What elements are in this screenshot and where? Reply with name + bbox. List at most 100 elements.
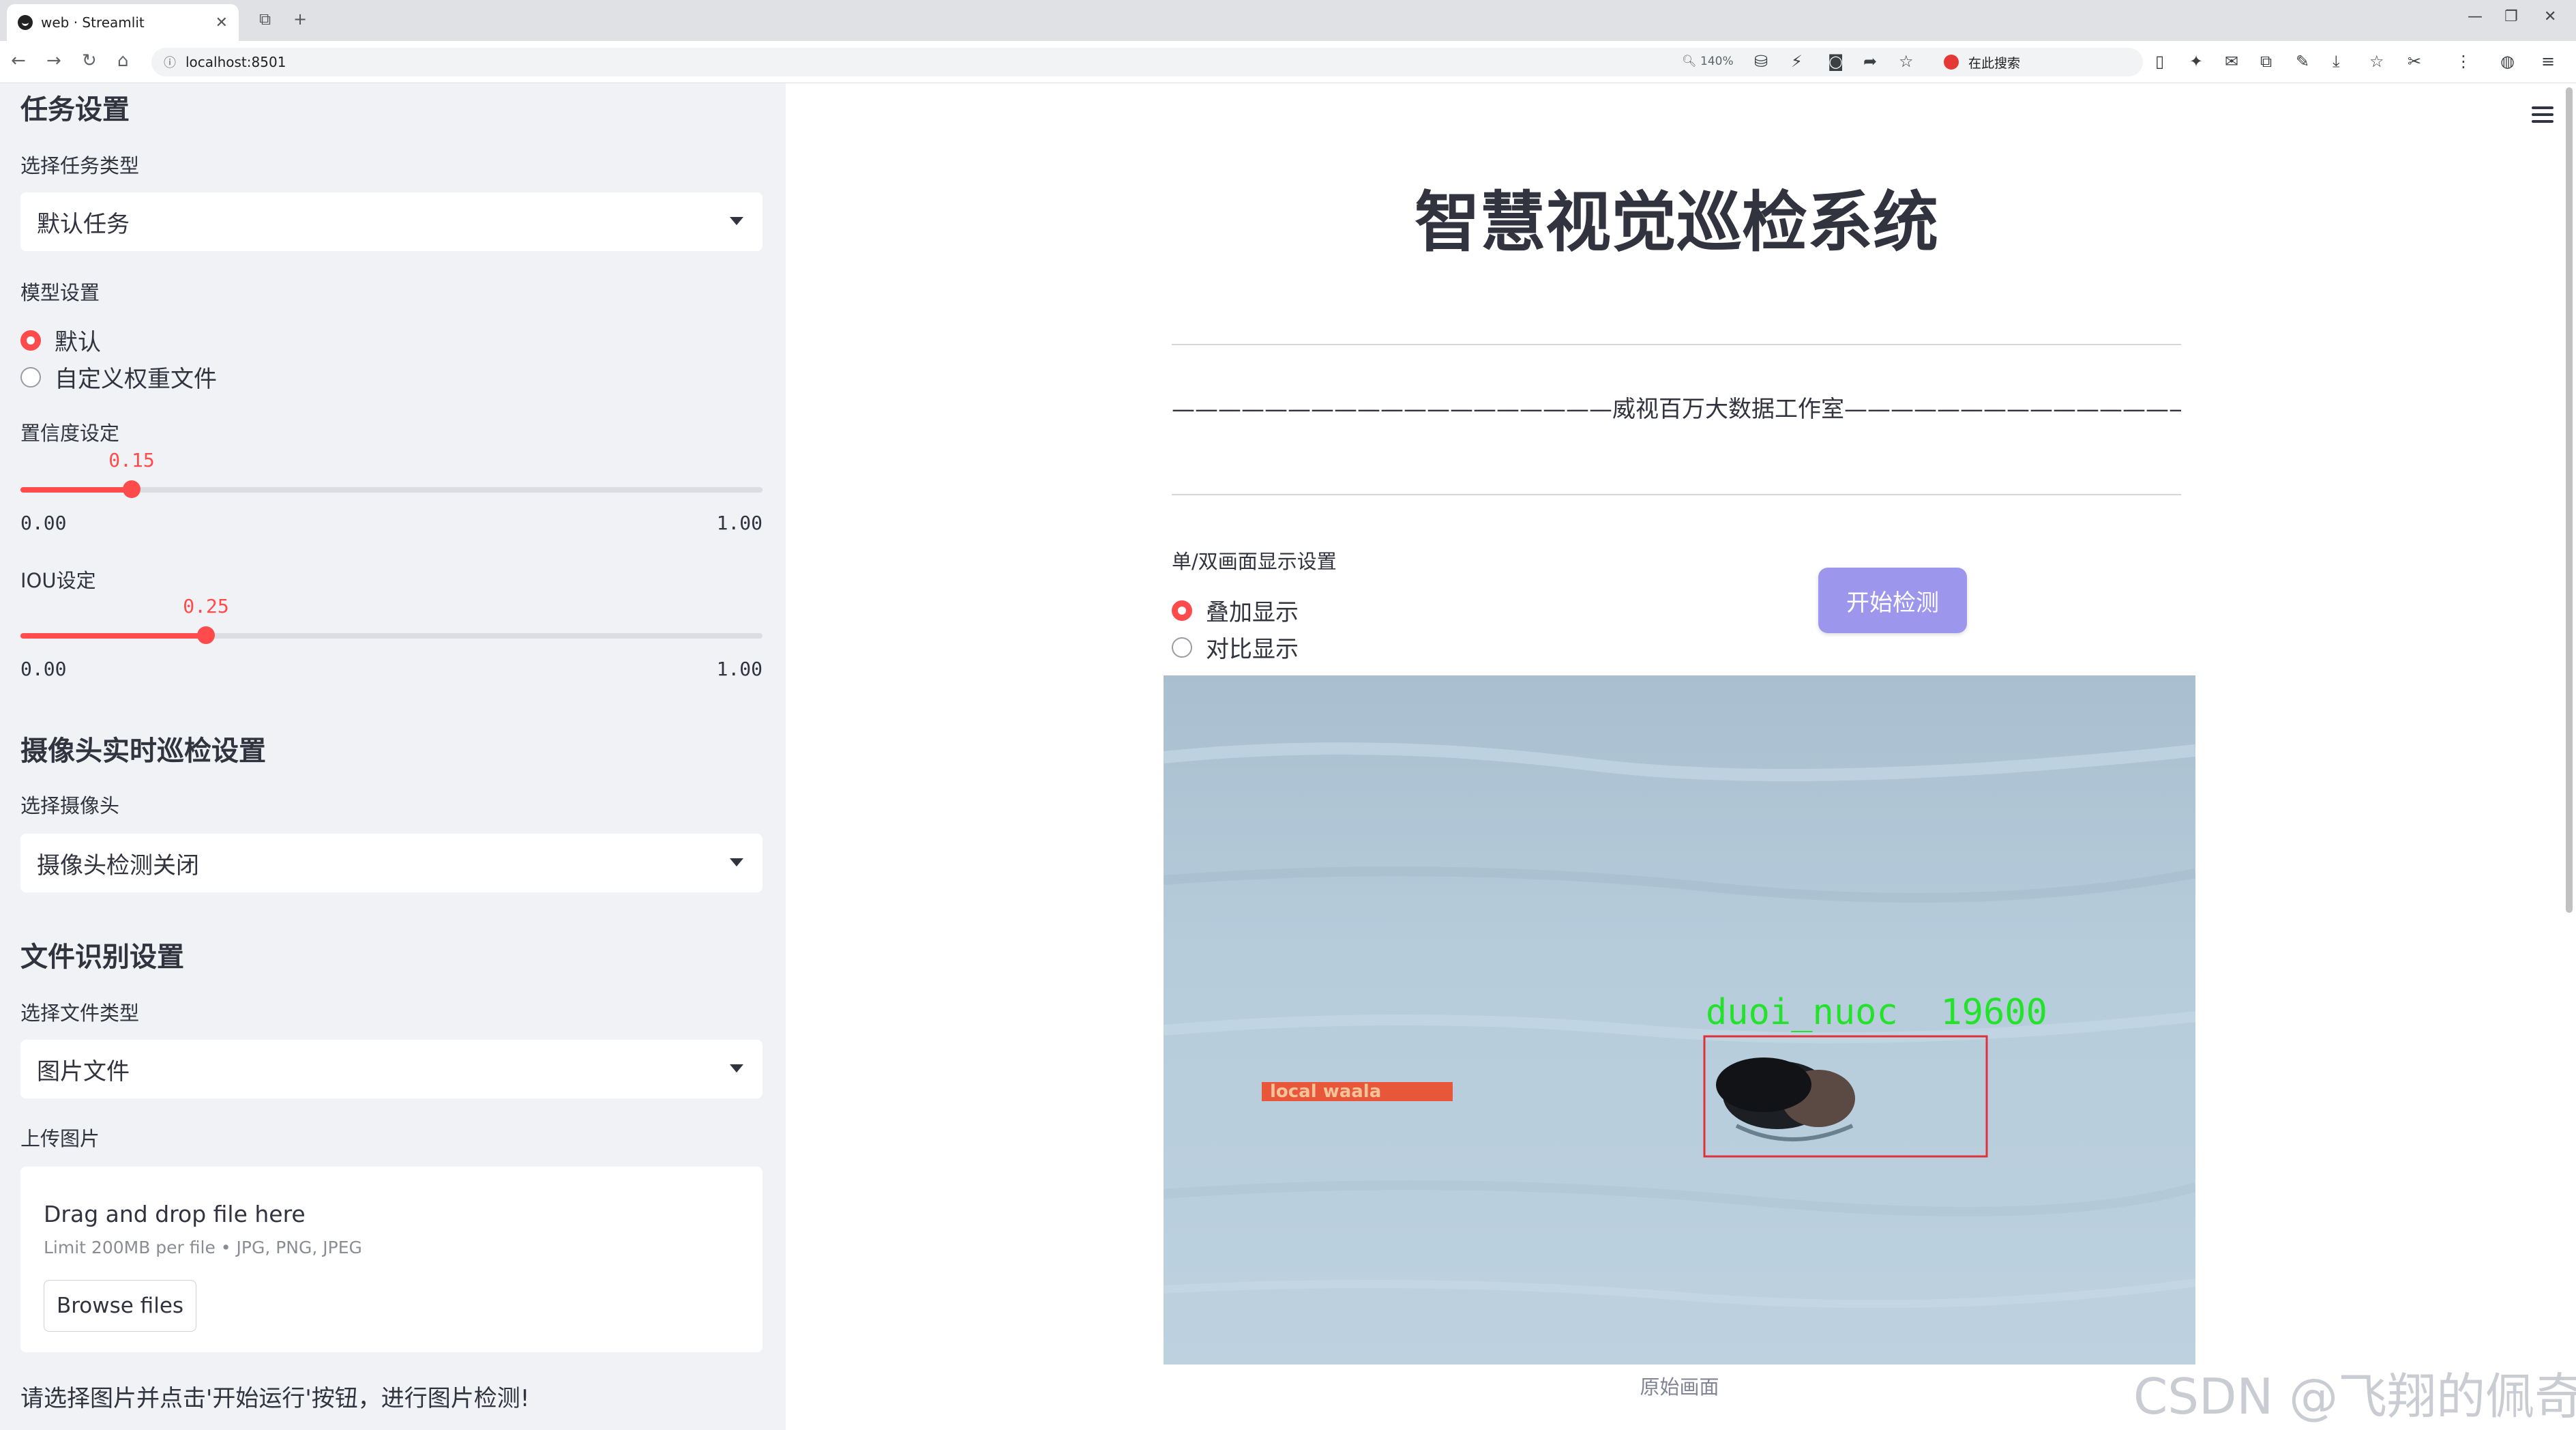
watermark: CSDN @飞翔的佩奇 [2133, 1368, 2576, 1425]
overlay-text: local waala [1270, 1081, 1381, 1102]
radio-unselected-icon[interactable] [1172, 637, 1192, 658]
extension4-icon[interactable]: ✎ [2296, 52, 2309, 71]
divider [1172, 494, 2181, 495]
task-type-value: 默认任务 [37, 210, 130, 238]
browser-menu-icon[interactable]: ≡ [2541, 52, 2555, 71]
model-option-label: 默认 [55, 329, 101, 356]
start-detection-button[interactable]: 开始检测 [1818, 568, 1967, 633]
chevron-down-icon [730, 858, 743, 866]
lightning-icon[interactable]: ⚡ [1791, 52, 1803, 71]
close-window-icon[interactable]: ✕ [2544, 8, 2556, 25]
profile-avatar-icon[interactable]: ◍ [2500, 52, 2515, 71]
camera-select[interactable]: 摄像头检测关闭 [20, 834, 763, 892]
radio-selected-icon[interactable] [20, 330, 41, 351]
display-option-label: 叠加显示 [1206, 599, 1299, 626]
reader-icon[interactable]: ▯ [2155, 52, 2164, 71]
model-settings-label: 模型设置 [20, 281, 100, 304]
iou-min: 0.00 [20, 658, 67, 680]
upload-label: 上传图片 [20, 1127, 100, 1150]
share-icon[interactable]: ➦ [1863, 52, 1877, 71]
tab-groups-icon[interactable]: ⧉ [259, 10, 271, 29]
detection-image: local waala duoi_nuoc 19600 [1164, 675, 2195, 1365]
camera-select-label: 选择摄像头 [20, 794, 120, 817]
download-icon[interactable]: ⤓ [2333, 52, 2340, 71]
url-text: localhost:8501 [186, 54, 286, 70]
zoom-value: 140% [1700, 55, 1734, 68]
drop-text: Drag and drop file here [44, 1201, 306, 1227]
task-type-label: 选择任务类型 [20, 154, 140, 177]
chevron-down-icon [730, 1064, 743, 1072]
close-tab-icon[interactable]: ✕ [216, 14, 228, 31]
minimize-icon[interactable]: — [2468, 8, 2483, 25]
confidence-min: 0.00 [20, 512, 67, 534]
confidence-value: 0.15 [108, 449, 155, 471]
zoom-level[interactable]: 🔍︎ 140% [1682, 55, 1734, 68]
extension2-icon[interactable]: ✉ [2225, 52, 2238, 71]
address-bar[interactable]: ⓘ localhost:8501 [151, 48, 2143, 76]
tab-title: web · Streamlit [41, 14, 145, 31]
confidence-max: 1.00 [716, 512, 763, 534]
slider-fill [20, 487, 132, 493]
extension-icon[interactable]: ✦ [2189, 52, 2203, 71]
chevron-down-icon [730, 217, 743, 225]
file-uploader-dropzone[interactable]: Drag and drop file here Limit 200MB per … [20, 1167, 763, 1352]
model-radio-custom[interactable]: 自定义权重文件 [20, 360, 217, 394]
new-tab-icon[interactable]: + [293, 10, 307, 29]
display-mode-label: 单/双画面显示设置 [1172, 550, 1337, 573]
site-info-icon[interactable]: ⓘ [164, 53, 176, 71]
extension3-icon[interactable]: ⧉ [2260, 52, 2272, 71]
display-radio-compare[interactable]: 对比显示 [1172, 630, 1299, 664]
streamlit-favicon-icon [18, 15, 33, 30]
restore-icon[interactable]: ❐ [2504, 8, 2518, 25]
slider-thumb[interactable] [123, 480, 140, 498]
iou-slider[interactable]: 0.25 [20, 595, 763, 656]
confidence-label: 置信度设定 [20, 422, 120, 445]
page-title: 智慧视觉巡检系统 [1415, 184, 1938, 261]
radio-selected-icon[interactable] [1172, 600, 1192, 621]
slider-thumb[interactable] [197, 626, 215, 644]
detection-label: duoi_nuoc 19600 [1706, 992, 2047, 1033]
forward-icon[interactable]: → [46, 50, 61, 71]
file-type-value: 图片文件 [37, 1057, 130, 1085]
search-placeholder: 在此搜索 [1968, 55, 2021, 71]
scrollbar-thumb[interactable] [2566, 87, 2573, 913]
task-type-select[interactable]: 默认任务 [20, 192, 763, 251]
slider-fill [20, 633, 206, 639]
divider [1172, 344, 2181, 345]
more-menu-icon[interactable]: ⋮ [2455, 52, 2472, 71]
iou-label: IOU设定 [20, 569, 96, 592]
bookmark-star-icon[interactable]: ☆ [1899, 52, 1914, 71]
home-icon[interactable]: ⌂ [117, 50, 129, 71]
address-toolbar: ← → ↻ ⌂ ⓘ localhost:8501 🔍︎ 140% ⛁ ⚡ ◙ ➦… [0, 41, 2576, 83]
display-radio-overlay[interactable]: 叠加显示 [1172, 594, 1299, 627]
scissors-icon[interactable]: ✂ [2408, 52, 2421, 71]
browse-files-button[interactable]: Browse files [44, 1280, 196, 1332]
camera-settings-heading: 摄像头实时巡检设置 [20, 735, 266, 767]
favorites-icon[interactable]: ☆ [2369, 52, 2384, 71]
search-engine-icon [1944, 55, 1959, 70]
screenshot-icon[interactable]: ◙ [1828, 52, 1844, 71]
banner-text: ———————————————————威视百万大数据工作室———————————… [1172, 396, 2181, 423]
water-scene-image: local waala duoi_nuoc 19600 [1164, 675, 2195, 1365]
browser-tab-bar: web · Streamlit ✕ ⧉ + — ❐ ✕ [0, 0, 2576, 41]
confidence-slider[interactable]: 0.15 [20, 449, 763, 510]
task-settings-heading: 任务设置 [20, 94, 130, 126]
model-option-label: 自定义权重文件 [55, 366, 217, 393]
file-settings-heading: 文件识别设置 [20, 942, 184, 973]
iou-max: 1.00 [716, 658, 763, 680]
search-box[interactable]: 在此搜索 [1937, 49, 2135, 75]
back-icon[interactable]: ← [11, 50, 26, 71]
browser-tab[interactable]: web · Streamlit ✕ [7, 4, 239, 41]
hamburger-menu-icon[interactable] [2532, 106, 2553, 123]
camera-value: 摄像头检测关闭 [37, 851, 199, 879]
reload-icon[interactable]: ↻ [82, 50, 97, 71]
sidebar-hint: 请选择图片并点击'开始运行'按钮，进行图片检测! [20, 1385, 530, 1412]
file-type-select[interactable]: 图片文件 [20, 1040, 763, 1098]
file-type-label: 选择文件类型 [20, 1002, 140, 1025]
image-caption: 原始画面 [1640, 1375, 1719, 1399]
radio-unselected-icon[interactable] [20, 366, 41, 388]
display-option-label: 对比显示 [1206, 636, 1299, 663]
translate-icon[interactable]: ⛁ [1754, 52, 1768, 71]
model-radio-default[interactable]: 默认 [20, 323, 101, 357]
iou-value: 0.25 [183, 595, 229, 617]
